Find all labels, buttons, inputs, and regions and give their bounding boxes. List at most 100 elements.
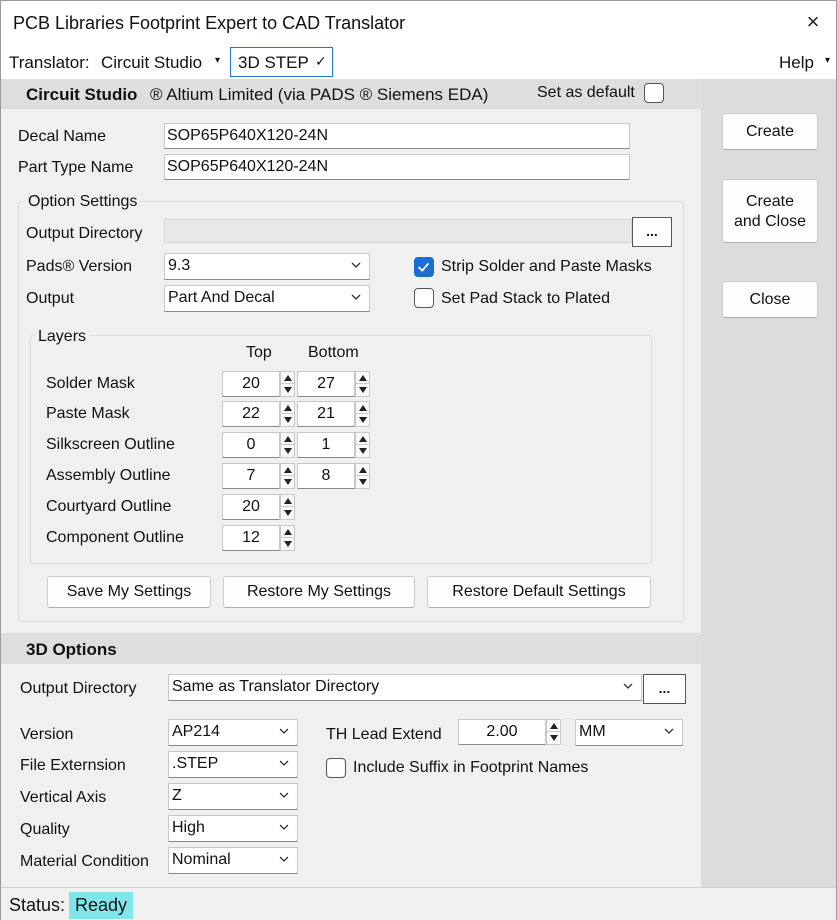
spin-down-icon[interactable] — [281, 414, 294, 426]
3d-browse-button[interactable]: ... — [643, 674, 686, 704]
version-select[interactable]: AP214 — [168, 719, 298, 746]
top-value-input[interactable]: 22 — [222, 401, 280, 427]
output-directory-field[interactable] — [164, 219, 632, 243]
bottom-spinner[interactable] — [355, 432, 370, 458]
material-condition-value: Nominal — [172, 851, 231, 868]
format-value: 3D STEP — [238, 53, 309, 72]
decal-name-field[interactable]: SOP65P640X120-24N — [164, 123, 630, 149]
spin-up-icon[interactable] — [281, 526, 294, 538]
chevron-down-icon — [279, 824, 289, 830]
bottom-value-input[interactable]: 21 — [297, 401, 355, 427]
create-close-line1: Create — [745, 193, 795, 210]
status-badge: Ready — [69, 892, 134, 919]
material-condition-select[interactable]: Nominal — [168, 847, 298, 874]
th-lead-label: TH Lead Extend — [326, 726, 442, 743]
top-spinner[interactable] — [280, 463, 295, 489]
part-type-field[interactable]: SOP65P640X120-24N — [164, 154, 630, 180]
th-lead-input[interactable]: 2.00 — [458, 719, 546, 745]
top-value-input[interactable]: 20 — [222, 371, 280, 397]
spin-down-icon[interactable] — [281, 507, 294, 519]
top-spinner[interactable] — [280, 432, 295, 458]
include-suffix-label: Include Suffix in Footprint Names — [353, 759, 589, 776]
create-and-close-button[interactable]: Create and Close — [722, 179, 818, 243]
top-spinner[interactable] — [280, 494, 295, 520]
spin-down-icon[interactable] — [281, 445, 294, 457]
top-spinner[interactable] — [280, 371, 295, 397]
top-spinner[interactable] — [280, 401, 295, 427]
vertical-axis-select[interactable]: Z — [168, 783, 298, 810]
bottom-value-input[interactable]: 27 — [297, 371, 355, 397]
dropdown-arrow-icon: ▾ — [825, 55, 831, 66]
spin-up-icon[interactable] — [281, 372, 294, 384]
spin-down-icon[interactable] — [547, 732, 560, 744]
translator-dropdown[interactable]: Circuit Studio ▾ — [101, 51, 225, 75]
spin-up-icon[interactable] — [281, 402, 294, 414]
3d-output-directory-value: Same as Translator Directory — [172, 678, 380, 695]
close-button[interactable]: Close — [722, 281, 818, 318]
include-suffix-checkbox[interactable] — [326, 758, 346, 778]
pads-version-value: 9.3 — [168, 257, 191, 274]
top-spinner[interactable] — [280, 525, 295, 551]
quality-label: Quality — [20, 821, 70, 838]
spin-up-icon[interactable] — [356, 372, 369, 384]
three-d-header: 3D Options — [1, 633, 701, 664]
top-value-input[interactable]: 12 — [222, 525, 280, 551]
spin-down-icon[interactable] — [356, 384, 369, 396]
translator-value: Circuit Studio — [101, 53, 203, 72]
browse-button[interactable]: ... — [632, 217, 672, 247]
spin-up-icon[interactable] — [356, 433, 369, 445]
close-icon[interactable]: × — [801, 9, 825, 35]
chevron-down-icon — [279, 728, 289, 734]
top-value-input[interactable]: 0 — [222, 432, 280, 458]
title-bar: PCB Libraries Footprint Expert to CAD Tr… — [1, 1, 836, 45]
spin-down-icon[interactable] — [356, 476, 369, 488]
spin-up-icon[interactable] — [356, 464, 369, 476]
spin-up-icon[interactable] — [547, 720, 560, 732]
chevron-down-icon — [351, 262, 361, 268]
vertical-axis-value: Z — [172, 787, 182, 804]
save-settings-button[interactable]: Save My Settings — [47, 576, 211, 608]
3d-output-directory-select[interactable]: Same as Translator Directory — [168, 674, 642, 701]
set-default-checkbox[interactable] — [644, 83, 664, 103]
check-icon — [417, 262, 430, 272]
spin-down-icon[interactable] — [356, 445, 369, 457]
th-lead-spinner[interactable] — [546, 719, 561, 745]
bottom-spinner[interactable] — [355, 463, 370, 489]
bottom-value-input[interactable]: 1 — [297, 432, 355, 458]
chevron-down-icon — [279, 760, 289, 766]
spin-up-icon[interactable] — [356, 402, 369, 414]
layer-row-label: Assembly Outline — [46, 467, 171, 484]
spin-up-icon[interactable] — [281, 495, 294, 507]
quality-select[interactable]: High — [168, 815, 298, 842]
help-menu[interactable]: Help ▾ — [779, 51, 835, 75]
vendor-text: ® Altium Limited (via PADS ® Siemens EDA… — [150, 85, 489, 104]
restore-settings-button[interactable]: Restore My Settings — [223, 576, 415, 608]
top-value-input[interactable]: 7 — [222, 463, 280, 489]
layer-row-label: Solder Mask — [46, 375, 135, 392]
version-value: AP214 — [172, 723, 221, 740]
bottom-spinner[interactable] — [355, 371, 370, 397]
spin-down-icon[interactable] — [281, 476, 294, 488]
unit-select[interactable]: MM — [575, 719, 683, 746]
spin-down-icon[interactable] — [281, 384, 294, 396]
status-label: Status: — [9, 895, 66, 915]
file-extension-value: .STEP — [172, 755, 219, 772]
output-select[interactable]: Part And Decal — [164, 285, 370, 312]
bottom-value-input[interactable]: 8 — [297, 463, 355, 489]
spin-up-icon[interactable] — [281, 464, 294, 476]
spin-up-icon[interactable] — [281, 433, 294, 445]
strip-masks-checkbox[interactable] — [414, 257, 434, 277]
create-button[interactable]: Create — [722, 113, 818, 150]
file-extension-select[interactable]: .STEP — [168, 751, 298, 778]
strip-masks-label: Strip Solder and Paste Masks — [441, 258, 652, 275]
output-label: Output — [26, 290, 75, 307]
top-value-input[interactable]: 20 — [222, 494, 280, 520]
bottom-spinner[interactable] — [355, 401, 370, 427]
format-selector[interactable]: 3D STEP ✓ — [230, 47, 333, 77]
pads-version-select[interactable]: 9.3 — [164, 253, 370, 280]
restore-default-button[interactable]: Restore Default Settings — [427, 576, 651, 608]
pad-stack-checkbox[interactable] — [414, 288, 434, 308]
spin-down-icon[interactable] — [281, 538, 294, 550]
spin-down-icon[interactable] — [356, 414, 369, 426]
quality-value: High — [172, 819, 205, 836]
